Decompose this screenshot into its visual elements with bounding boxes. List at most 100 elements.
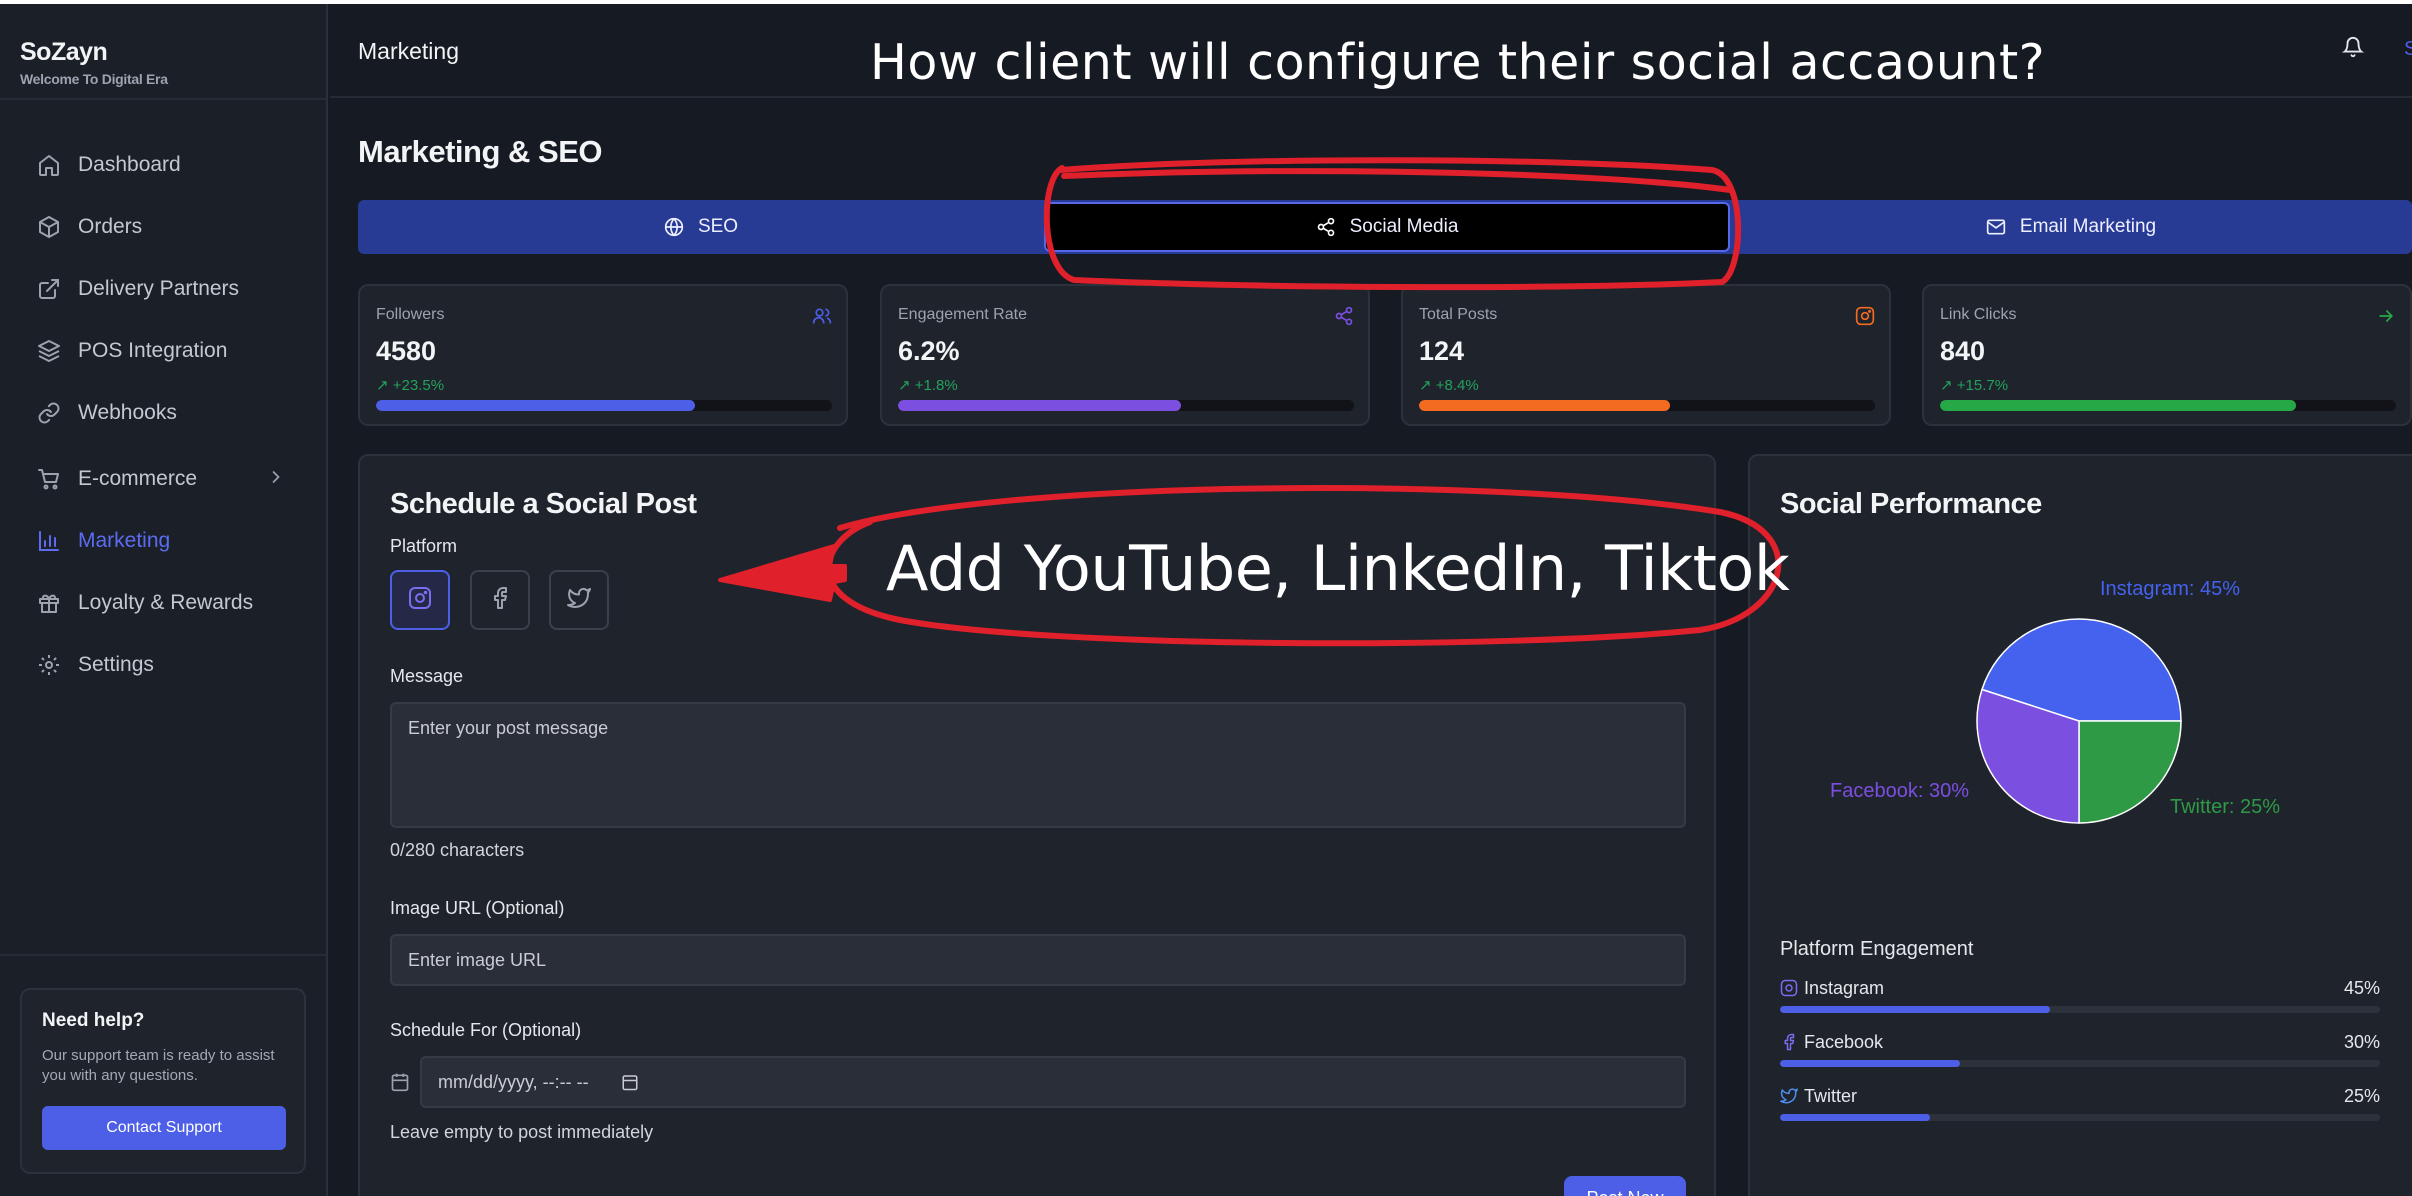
sidebar-item-label: E-commerce bbox=[78, 467, 198, 490]
sidebar-item-settings[interactable]: Settings bbox=[0, 640, 326, 690]
annotation-request-text: Add YouTube, LinkedIn, Tiktok bbox=[886, 532, 1790, 605]
platform-label: Platform bbox=[390, 536, 458, 556]
message-label: Message bbox=[390, 666, 464, 686]
engagement-pct: 30% bbox=[2343, 1032, 2380, 1052]
stat-value: 124 bbox=[1419, 336, 1465, 366]
schedule-for-label: Schedule For (Optional) bbox=[390, 1020, 582, 1040]
engagement-row-twitter: Twitter 25% bbox=[1780, 1086, 2380, 1126]
progress-track bbox=[376, 400, 832, 411]
engagement-name: Instagram bbox=[1804, 978, 1885, 998]
image-url-input[interactable]: Enter image URL bbox=[390, 934, 1686, 986]
post-now-button[interactable]: Post Now bbox=[1564, 1176, 1686, 1196]
stat-card-followers: Followers 4580 ↗ +23.5% bbox=[358, 284, 848, 426]
sidebar-item-loyalty-rewards[interactable]: Loyalty & Rewards bbox=[0, 578, 326, 628]
datetime-placeholder: mm/dd/yyyy, --:-- -- bbox=[438, 1071, 589, 1092]
layers-icon bbox=[36, 338, 62, 364]
tab-social-media[interactable]: Social Media bbox=[1044, 202, 1730, 252]
engagement-fill bbox=[1780, 1006, 2050, 1013]
instagram-icon bbox=[1780, 979, 1798, 1002]
share-icon bbox=[1334, 306, 1354, 331]
sidebar-item-label: Delivery Partners bbox=[78, 277, 240, 300]
help-text: Our support team is ready to assist you … bbox=[42, 1047, 275, 1084]
stat-change: ↗ +8.4% bbox=[1419, 377, 1479, 394]
facebook-icon bbox=[488, 586, 512, 615]
social-performance-title: Social Performance bbox=[1780, 488, 2042, 520]
pie-label-instagram: Instagram: 45% bbox=[2100, 578, 2241, 600]
engagement-fill bbox=[1780, 1060, 1960, 1067]
engagement-fill bbox=[1780, 1114, 1930, 1121]
divider bbox=[0, 98, 326, 100]
sidebar-item-delivery-partners[interactable]: Delivery Partners bbox=[0, 264, 326, 314]
contact-support-button[interactable]: Contact Support bbox=[42, 1106, 286, 1150]
progress-track bbox=[1940, 400, 2396, 411]
stat-label: Followers bbox=[376, 306, 445, 323]
sidebar-item-pos-integration[interactable]: POS Integration bbox=[0, 326, 326, 376]
sidebar-item-label: POS Integration bbox=[78, 339, 228, 362]
calendar-picker-icon[interactable] bbox=[621, 1073, 639, 1091]
engagement-name: Facebook bbox=[1804, 1032, 1884, 1052]
pie-slice-twitter bbox=[2078, 720, 2182, 824]
instagram-icon bbox=[1855, 306, 1875, 331]
platform-facebook-button[interactable] bbox=[470, 570, 530, 630]
stat-change: ↗ +1.8% bbox=[898, 377, 958, 394]
tab-label: SEO bbox=[697, 216, 739, 237]
sidebar-item-label: Loyalty & Rewards bbox=[78, 591, 254, 614]
tab-email-marketing[interactable]: Email Marketing bbox=[1730, 200, 2412, 254]
progress-fill bbox=[1419, 400, 1670, 411]
home-icon bbox=[36, 152, 62, 178]
stat-label: Link Clicks bbox=[1940, 306, 2017, 323]
sidebar-item-dashboard[interactable]: Dashboard bbox=[0, 140, 326, 190]
sidebar-item-marketing[interactable]: Marketing bbox=[0, 516, 326, 566]
image-url-label: Image URL (Optional) bbox=[390, 898, 565, 918]
progress-fill bbox=[376, 400, 696, 411]
annotation-question-text: How client will configure their social a… bbox=[870, 34, 2046, 91]
stat-change: ↗ +15.7% bbox=[1940, 377, 2009, 394]
link-icon bbox=[36, 400, 62, 426]
schedule-post-title: Schedule a Social Post bbox=[390, 488, 697, 520]
external-link-icon bbox=[36, 276, 62, 302]
mail-icon bbox=[1986, 217, 2006, 237]
platform-engagement-title: Platform Engagement bbox=[1780, 938, 1974, 960]
twitter-icon bbox=[567, 586, 591, 615]
progress-fill bbox=[1940, 400, 2296, 411]
tab-bar: SEO Social Media Email Marketing bbox=[358, 200, 2412, 254]
help-card: Need help? Our support team is ready to … bbox=[20, 988, 306, 1174]
sidebar-item-e-commerce[interactable]: E-commerce bbox=[0, 454, 326, 504]
engagement-row-facebook: Facebook 30% bbox=[1780, 1032, 2380, 1072]
schedule-datetime-input[interactable]: mm/dd/yyyy, --:-- -- bbox=[420, 1056, 1686, 1108]
sidebar-item-label: Webhooks bbox=[78, 401, 177, 424]
engagement-name: Twitter bbox=[1804, 1086, 1858, 1106]
progress-track bbox=[1419, 400, 1875, 411]
sidebar-item-webhooks[interactable]: Webhooks bbox=[0, 388, 326, 438]
cart-icon bbox=[36, 466, 62, 492]
stat-card-total-posts: Total Posts 124 ↗ +8.4% bbox=[1401, 284, 1891, 426]
message-textarea[interactable]: Enter your post message bbox=[390, 702, 1686, 828]
instagram-icon bbox=[408, 586, 432, 615]
brand-subtitle: Welcome To Digital Era bbox=[20, 71, 168, 87]
schedule-helper-text: Leave empty to post immediately bbox=[390, 1122, 654, 1142]
sidebar-item-orders[interactable]: Orders bbox=[0, 202, 326, 252]
divider bbox=[0, 954, 326, 956]
pie-label-twitter: Twitter: 25% bbox=[2170, 796, 2281, 818]
stat-value: 840 bbox=[1940, 336, 1986, 366]
platform-twitter-button[interactable] bbox=[549, 570, 609, 630]
engagement-pct: 45% bbox=[2343, 978, 2380, 998]
stat-change: ↗ +23.5% bbox=[376, 377, 445, 394]
page-title: Marketing & SEO bbox=[358, 134, 603, 169]
engagement-track bbox=[1780, 1006, 2380, 1013]
platform-instagram-button[interactable] bbox=[390, 570, 450, 630]
stat-value: 6.2% bbox=[898, 336, 960, 366]
engagement-row-instagram: Instagram 45% bbox=[1780, 978, 2380, 1018]
twitter-icon bbox=[1780, 1087, 1798, 1110]
gear-icon bbox=[36, 652, 62, 678]
tab-label: Email Marketing bbox=[2019, 216, 2157, 237]
tab-seo[interactable]: SEO bbox=[358, 200, 1044, 254]
stat-card-engagement-rate: Engagement Rate 6.2% ↗ +1.8% bbox=[880, 284, 1370, 426]
engagement-track bbox=[1780, 1114, 2380, 1121]
bell-icon[interactable] bbox=[2341, 36, 2365, 63]
user-avatar[interactable]: S bbox=[2404, 38, 2412, 61]
users-icon bbox=[812, 306, 832, 331]
progress-track bbox=[898, 400, 1354, 411]
stat-card-link-clicks: Link Clicks 840 ↗ +15.7% bbox=[1922, 284, 2412, 426]
tab-label: Social Media bbox=[1349, 216, 1459, 237]
